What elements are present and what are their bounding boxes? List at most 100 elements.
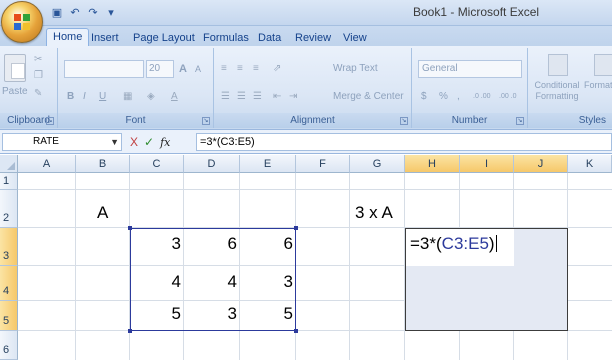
column-header-j[interactable]: J (514, 155, 568, 173)
column-header-i[interactable]: I (460, 155, 514, 173)
decrease-indent-icon[interactable]: ⇤ (272, 88, 286, 106)
formula-range-ref: C3:E5 (441, 234, 489, 253)
align-middle-icon[interactable]: ≡ (236, 60, 250, 78)
column-header-a[interactable]: A (18, 155, 76, 173)
clipboard-launcher-icon[interactable]: ↘ (46, 117, 54, 125)
align-bottom-icon[interactable]: ≡ (252, 60, 266, 78)
gridline (513, 173, 514, 228)
paste-button[interactable]: Paste (2, 86, 28, 97)
format-painter-icon[interactable]: ✎ (34, 88, 42, 99)
row-header-3[interactable]: 3 (0, 228, 18, 266)
column-header-f[interactable]: F (296, 155, 350, 173)
cut-icon[interactable]: ✂ (34, 54, 42, 65)
name-box-dropdown-icon[interactable]: ▼ (110, 134, 119, 150)
office-button[interactable] (1, 1, 43, 43)
tab-page-layout[interactable]: Page Layout (133, 30, 195, 46)
fill-color-icon[interactable]: ◈ (146, 88, 160, 106)
name-box-value: RATE (33, 136, 59, 147)
gridline (75, 173, 76, 360)
enter-icon[interactable]: ✓ (144, 135, 154, 149)
customize-icon[interactable]: ▾ (104, 6, 118, 20)
name-box[interactable]: RATE ▼ (2, 133, 122, 151)
gridline (568, 265, 612, 266)
currency-button[interactable]: $ (420, 88, 434, 106)
undo-icon[interactable]: ↶ (68, 6, 82, 20)
number-format-box[interactable]: General (418, 60, 522, 78)
copy-icon[interactable]: ❐ (34, 70, 43, 81)
increase-decimal-button[interactable]: .0 .00 (472, 88, 496, 106)
font-launcher-icon[interactable]: ↘ (202, 117, 210, 125)
select-all-button[interactable] (0, 155, 18, 173)
format-table-icon[interactable] (594, 54, 612, 76)
merge-center-button[interactable]: Merge & Center (318, 88, 410, 106)
tab-insert[interactable]: Insert (91, 30, 119, 46)
range-handle[interactable] (128, 226, 132, 230)
align-top-icon[interactable]: ≡ (220, 60, 234, 78)
borders-icon[interactable]: ▦ (122, 88, 136, 106)
font-label: Font (58, 113, 213, 128)
formula-input[interactable]: =3*(C3:E5) (196, 133, 612, 151)
range-handle[interactable] (128, 329, 132, 333)
decrease-decimal-button[interactable]: .00 .0 (498, 88, 522, 106)
row-header-4[interactable]: 4 (0, 266, 18, 301)
increase-indent-icon[interactable]: ⇥ (288, 88, 302, 106)
save-icon[interactable]: ▣ (50, 6, 64, 20)
worksheet-grid: A B C D E F G H I J K 1 2 3 4 5 6 A 3 x … (0, 155, 612, 360)
in-cell-formula[interactable]: =3*(C3:E5) (410, 234, 497, 254)
percent-button[interactable]: % (438, 88, 452, 106)
column-header-h[interactable]: H (405, 155, 460, 173)
comma-button[interactable]: , (456, 88, 466, 106)
column-header-c[interactable]: C (130, 155, 184, 173)
title-bar: ▣ ↶ ↷ ▾ Book1 - Microsoft Excel (0, 0, 612, 26)
gridline (513, 331, 514, 360)
styles-group: Conditional Formatting Format Table Styl… (528, 48, 612, 128)
number-label: Number (412, 113, 527, 128)
tab-home[interactable]: Home (46, 28, 90, 46)
format-table-button[interactable]: Format Table (584, 80, 612, 91)
wrap-text-button[interactable]: Wrap Text (318, 60, 394, 78)
row-header-2[interactable]: 2 (0, 190, 18, 228)
number-launcher-icon[interactable]: ↘ (516, 117, 524, 125)
alignment-group: ≡ ≡ ≡ ⇗ ☰ ☰ ☰ ⇤ ⇥ Wrap Text Merge & Cent… (214, 48, 412, 128)
ribbon: Paste ✂ ❐ ✎ Clipboard ↘ 20 A A B I U ▦ ◈… (0, 46, 612, 130)
alignment-launcher-icon[interactable]: ↘ (400, 117, 408, 125)
conditional-formatting-icon[interactable] (548, 54, 568, 76)
column-header-b[interactable]: B (76, 155, 130, 173)
row-header-5[interactable]: 5 (0, 301, 18, 331)
column-header-e[interactable]: E (240, 155, 296, 173)
redo-icon[interactable]: ↷ (86, 6, 100, 20)
column-header-d[interactable]: D (184, 155, 240, 173)
cancel-icon[interactable]: X (130, 135, 138, 149)
row-header-1[interactable]: 1 (0, 173, 18, 190)
cell-g2-label[interactable]: 3 x A (355, 203, 393, 223)
tab-data[interactable]: Data (258, 30, 281, 46)
font-size-box[interactable]: 20 (146, 60, 174, 78)
cell-b2-label[interactable]: A (97, 203, 108, 223)
orientation-icon[interactable]: ⇗ (272, 60, 292, 78)
gridline (568, 300, 612, 301)
italic-button[interactable]: I (82, 88, 94, 106)
grow-font-button[interactable]: A (178, 60, 192, 78)
conditional-formatting-button[interactable]: Conditional Formatting (530, 80, 584, 102)
underline-button[interactable]: U (98, 88, 110, 106)
font-color-icon[interactable]: A (170, 88, 184, 106)
window-title: Book1 - Microsoft Excel (413, 5, 540, 19)
align-right-icon[interactable]: ☰ (252, 88, 266, 106)
font-name-box[interactable] (64, 60, 144, 78)
shrink-font-button[interactable]: A (194, 60, 206, 78)
align-center-icon[interactable]: ☰ (236, 88, 250, 106)
tab-review[interactable]: Review (295, 30, 331, 46)
column-header-g[interactable]: G (350, 155, 405, 173)
range-handle[interactable] (294, 226, 298, 230)
align-left-icon[interactable]: ☰ (220, 88, 234, 106)
paste-icon[interactable] (4, 54, 26, 82)
insert-function-icon[interactable]: fx (160, 136, 170, 149)
text-caret (495, 235, 497, 252)
tab-view[interactable]: View (343, 30, 367, 46)
row-header-6[interactable]: 6 (0, 331, 18, 360)
bold-button[interactable]: B (66, 88, 78, 106)
tab-formulas[interactable]: Formulas (203, 30, 249, 46)
range-handle[interactable] (294, 329, 298, 333)
gridline (459, 173, 460, 228)
column-header-k[interactable]: K (568, 155, 612, 173)
